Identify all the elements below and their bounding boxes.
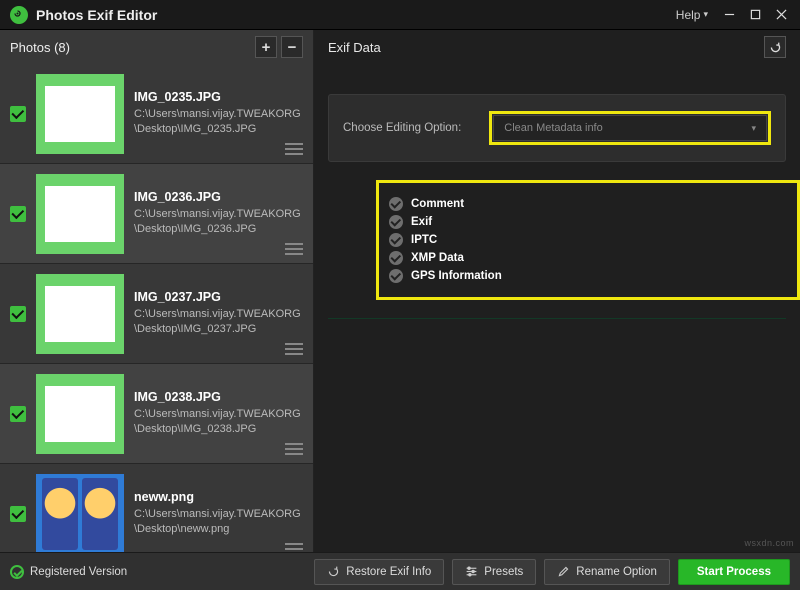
check-circle-icon (389, 215, 403, 229)
maximize-button[interactable] (742, 2, 768, 28)
check-circle-icon (389, 197, 403, 211)
photo-info: neww.png C:\Users\mansi.vijay.TWEAKORG\De… (134, 490, 303, 537)
photo-checkbox[interactable] (10, 106, 26, 122)
exif-panel-header: Exif Data (314, 30, 800, 64)
clean-metadata-list: Comment Exif IPTC XMP Data GPS Information (376, 180, 800, 300)
clean-item[interactable]: IPTC (389, 233, 781, 247)
chevron-down-icon: ▾ (703, 9, 708, 20)
photo-info: IMG_0238.JPG C:\Users\mansi.vijay.TWEAKOR… (134, 390, 303, 437)
photo-checkbox[interactable] (10, 506, 26, 522)
registered-check-icon (10, 565, 24, 579)
clean-item[interactable]: XMP Data (389, 251, 781, 265)
list-item[interactable]: IMG_0236.JPG C:\Users\mansi.vijay.TWEAKOR… (0, 164, 313, 264)
photo-filepath: C:\Users\mansi.vijay.TWEAKORG\Desktop\ne… (134, 507, 303, 537)
list-item[interactable]: IMG_0238.JPG C:\Users\mansi.vijay.TWEAKOR… (0, 364, 313, 464)
photo-thumbnail (36, 174, 124, 254)
editing-option-row: Choose Editing Option: Clean Metadata in… (328, 94, 786, 162)
check-circle-icon (389, 269, 403, 283)
exif-header-label: Exif Data (328, 40, 381, 55)
bottom-bar: Registered Version Restore Exif Info Pre… (0, 552, 800, 590)
list-item[interactable]: neww.png C:\Users\mansi.vijay.TWEAKORG\De… (0, 464, 313, 552)
photo-checkbox[interactable] (10, 206, 26, 222)
add-photo-button[interactable]: + (255, 36, 277, 58)
row-menu-icon[interactable] (285, 443, 303, 455)
photo-filepath: C:\Users\mansi.vijay.TWEAKORG\Desktop\IM… (134, 307, 303, 337)
clean-item-label: Comment (411, 198, 464, 210)
photo-filepath: C:\Users\mansi.vijay.TWEAKORG\Desktop\IM… (134, 207, 303, 237)
photo-filename: neww.png (134, 490, 303, 504)
chevron-down-icon: ▾ (751, 123, 756, 134)
row-menu-icon[interactable] (285, 143, 303, 155)
title-bar: Photos Exif Editor Help ▾ (0, 0, 800, 30)
row-menu-icon[interactable] (285, 343, 303, 355)
photo-info: IMG_0237.JPG C:\Users\mansi.vijay.TWEAKOR… (134, 290, 303, 337)
photo-thumbnail (36, 274, 124, 354)
photos-panel: Photos (8) + − IMG_0235.JPG C:\Users\mans… (0, 30, 314, 552)
main-area: Photos (8) + − IMG_0235.JPG C:\Users\mans… (0, 30, 800, 552)
start-process-button[interactable]: Start Process (678, 559, 790, 585)
photos-panel-header: Photos (8) + − (0, 30, 313, 64)
clean-item-label: GPS Information (411, 270, 502, 282)
minimize-button[interactable] (716, 2, 742, 28)
photo-filename: IMG_0235.JPG (134, 90, 303, 104)
photo-thumbnail (36, 74, 124, 154)
rename-option-button[interactable]: Rename Option (544, 559, 670, 585)
photo-list[interactable]: IMG_0235.JPG C:\Users\mansi.vijay.TWEAKOR… (0, 64, 313, 552)
editing-option-label: Choose Editing Option: (343, 122, 461, 134)
registered-label: Registered Version (30, 566, 127, 578)
editing-option-value: Clean Metadata info (504, 122, 751, 134)
help-menu[interactable]: Help ▾ (668, 8, 716, 22)
photo-checkbox[interactable] (10, 306, 26, 322)
row-menu-icon[interactable] (285, 543, 303, 552)
editing-option-highlight: Clean Metadata info ▾ (489, 111, 771, 145)
clean-item[interactable]: Exif (389, 215, 781, 229)
clean-item-label: XMP Data (411, 252, 464, 264)
row-menu-icon[interactable] (285, 243, 303, 255)
app-title: Photos Exif Editor (36, 7, 157, 23)
photo-filename: IMG_0238.JPG (134, 390, 303, 404)
start-process-label: Start Process (697, 566, 771, 578)
refresh-button[interactable] (764, 36, 786, 58)
presets-button[interactable]: Presets (452, 559, 536, 585)
photo-filepath: C:\Users\mansi.vijay.TWEAKORG\Desktop\IM… (134, 107, 303, 137)
remove-photo-button[interactable]: − (281, 36, 303, 58)
photo-checkbox[interactable] (10, 406, 26, 422)
check-circle-icon (389, 233, 403, 247)
exif-panel: Exif Data Choose Editing Option: Clean M… (314, 30, 800, 552)
clean-item[interactable]: GPS Information (389, 269, 781, 283)
photo-info: IMG_0236.JPG C:\Users\mansi.vijay.TWEAKOR… (134, 190, 303, 237)
clean-item[interactable]: Comment (389, 197, 781, 211)
photo-thumbnail (36, 374, 124, 454)
presets-label: Presets (484, 566, 523, 578)
photo-filepath: C:\Users\mansi.vijay.TWEAKORG\Desktop\IM… (134, 407, 303, 437)
photo-filename: IMG_0236.JPG (134, 190, 303, 204)
restore-exif-label: Restore Exif Info (346, 566, 431, 578)
watermark: wsxdn.com (744, 538, 794, 548)
list-item[interactable]: IMG_0235.JPG C:\Users\mansi.vijay.TWEAKOR… (0, 64, 313, 164)
clean-item-label: IPTC (411, 234, 437, 246)
list-item[interactable]: IMG_0237.JPG C:\Users\mansi.vijay.TWEAKOR… (0, 264, 313, 364)
photo-filename: IMG_0237.JPG (134, 290, 303, 304)
app-logo-icon (10, 6, 28, 24)
photo-thumbnail (36, 474, 124, 553)
photos-count-label: Photos (8) (10, 40, 70, 55)
editing-option-select[interactable]: Clean Metadata info ▾ (493, 115, 767, 141)
separator (328, 318, 786, 319)
help-label: Help (676, 8, 701, 22)
restore-exif-button[interactable]: Restore Exif Info (314, 559, 444, 585)
photo-info: IMG_0235.JPG C:\Users\mansi.vijay.TWEAKOR… (134, 90, 303, 137)
check-circle-icon (389, 251, 403, 265)
rename-option-label: Rename Option (576, 566, 657, 578)
clean-item-label: Exif (411, 216, 432, 228)
close-button[interactable] (768, 2, 794, 28)
